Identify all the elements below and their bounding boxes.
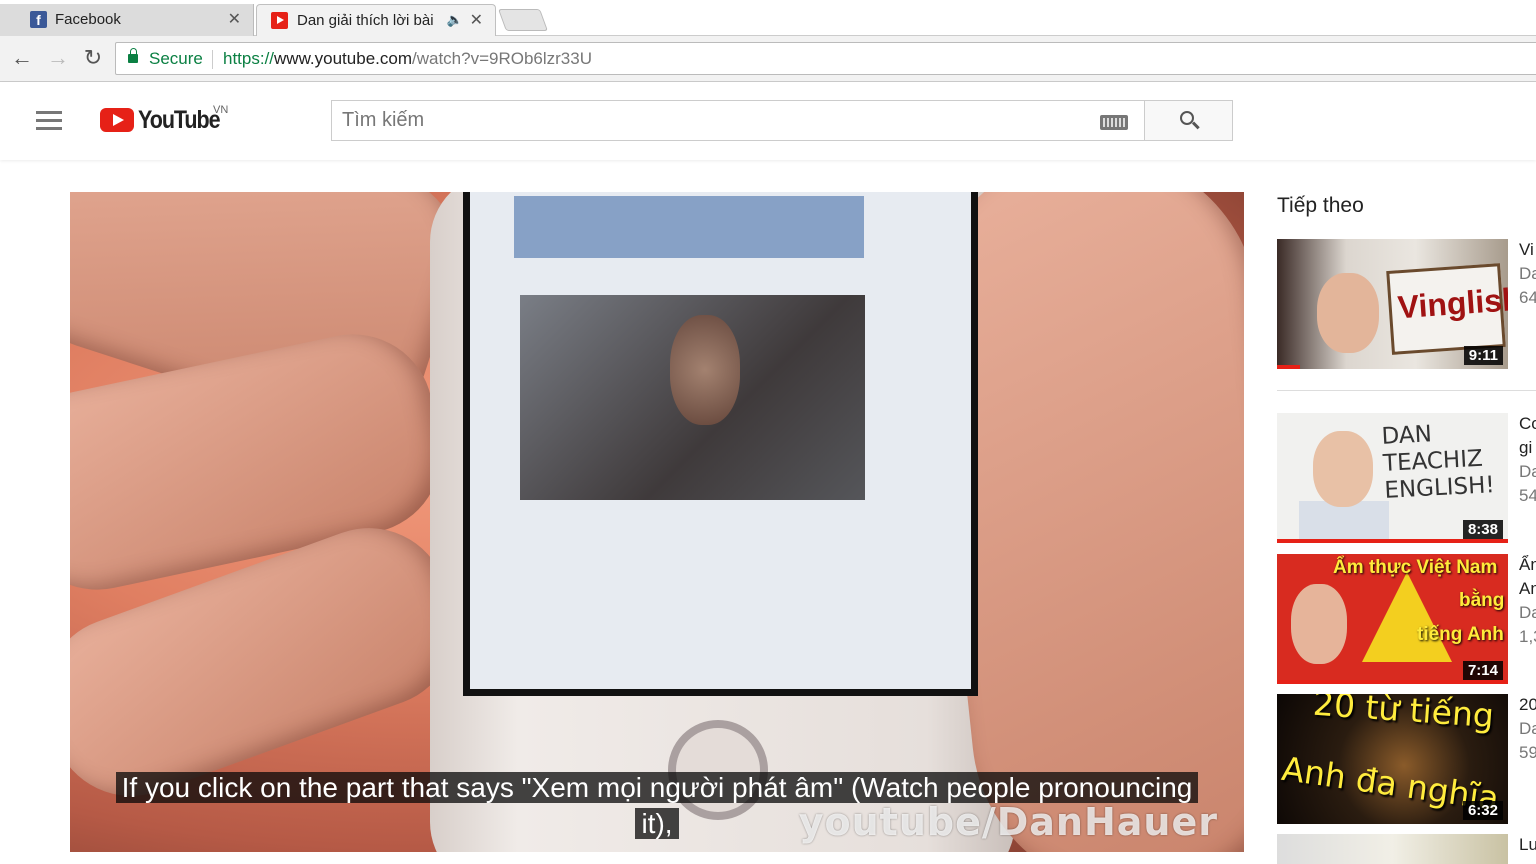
url-path: /watch?v=9ROb6lzr33U	[411, 49, 592, 68]
thumbnail-text-line: 20 từ tiếng	[1311, 694, 1496, 736]
video-title-line-2: gi	[1519, 438, 1533, 457]
search-button[interactable]	[1144, 100, 1233, 141]
thumbnail-text: DAN TEACHIZ ENGLISH!	[1381, 418, 1495, 505]
flag-star	[1362, 572, 1452, 662]
thumbnail-text-line: ENGLISH!	[1383, 472, 1496, 504]
close-icon[interactable]: ✕	[470, 10, 483, 30]
video-thumbnail[interactable]: DAN TEACHIZ ENGLISH! 8:38	[1277, 413, 1508, 543]
facebook-icon: f	[30, 11, 47, 28]
tab-facebook[interactable]: f Facebook ✕	[0, 4, 254, 36]
video-thumbnail[interactable]: Ẩm thực Việt Nam bằng tiếng Anh 7:14	[1277, 554, 1508, 684]
new-tab-button[interactable]	[497, 9, 549, 31]
tab-title: Dan giải thích lời bài h	[297, 12, 437, 29]
video-channel: Da	[1519, 603, 1536, 622]
divider	[1277, 390, 1536, 391]
browser-toolbar: ← → ↻ Secure https://www.youtube.com/wat…	[0, 36, 1536, 82]
search-icon	[1180, 111, 1194, 125]
video-title: Ẩn	[1519, 555, 1536, 574]
caption-text: If you click on the part that says "Xem …	[115, 772, 1199, 803]
lock-icon	[128, 48, 138, 63]
channel-watermark: youtube/DanHauer	[798, 800, 1218, 844]
divider	[212, 50, 213, 69]
video-thumbnail[interactable]	[1277, 834, 1508, 864]
video-channel: Da	[1519, 719, 1536, 738]
speaker-icon[interactable]: 🔈	[447, 12, 463, 28]
youtube-play-icon	[100, 108, 134, 132]
phone-screen	[463, 192, 978, 696]
video-views: 59	[1519, 743, 1536, 762]
url-scheme: https://	[223, 49, 275, 68]
video-views: 54	[1519, 486, 1536, 505]
address-bar[interactable]: Secure https://www.youtube.com/watch?v=9…	[115, 42, 1536, 75]
video-title: Vi	[1519, 240, 1534, 259]
video-meta[interactable]: Ẩn An Da 1,3	[1519, 553, 1536, 649]
video-views: 1,3	[1519, 627, 1536, 646]
video-channel: Da	[1519, 462, 1536, 481]
forward-arrow-icon[interactable]: →	[46, 46, 70, 70]
video-channel: Da	[1519, 264, 1536, 283]
video-meta[interactable]: Lu	[1519, 833, 1536, 857]
back-arrow-icon[interactable]: ←	[10, 46, 34, 70]
url-host: www.youtube.com	[274, 49, 412, 68]
thumbnail-text-line: bằng	[1459, 590, 1505, 611]
video-thumbnail[interactable]: Vinglish 9:11	[1277, 239, 1508, 369]
tab-title: Facebook	[55, 11, 121, 28]
secure-label: Secure	[149, 49, 203, 68]
duration-badge: 6:32	[1462, 801, 1503, 820]
thumbnail-person	[1313, 431, 1373, 507]
up-next-heading: Tiếp theo	[1277, 194, 1364, 217]
search-input[interactable]	[332, 101, 1092, 140]
video-thumbnail[interactable]: 20 từ tiếng Anh đa nghĩa 6:32	[1277, 694, 1508, 824]
embedded-video	[520, 295, 865, 500]
video-title: 20	[1519, 695, 1536, 714]
tab-youtube[interactable]: Dan giải thích lời bài h 🔈 ✕	[256, 4, 496, 36]
thumbnail-text-line: tiếng Anh	[1417, 624, 1504, 645]
duration-badge: 7:14	[1462, 661, 1503, 680]
app-header	[514, 196, 864, 258]
thumbnail-person	[1291, 584, 1347, 664]
watch-progress-bar	[1277, 539, 1508, 543]
duration-badge: 9:11	[1463, 346, 1503, 365]
video-title: Co	[1519, 414, 1536, 433]
thumbnail-text-line: Ẩm thực Việt Nam	[1333, 557, 1498, 578]
caption-text: it),	[635, 808, 679, 839]
video-meta[interactable]: Co gi Da 54	[1519, 412, 1536, 508]
video-meta[interactable]: Vi Da 64	[1519, 238, 1536, 310]
menu-icon[interactable]	[36, 111, 62, 131]
video-title: Lu	[1519, 835, 1536, 854]
thumbnail-person	[1317, 273, 1379, 353]
youtube-icon	[271, 12, 288, 29]
duration-badge: 8:38	[1462, 520, 1503, 539]
video-views: 64	[1519, 288, 1536, 307]
thumbnail-person-body	[1299, 501, 1389, 543]
screen-content	[470, 192, 971, 689]
url-text: https://www.youtube.com/watch?v=9ROb6lzr…	[223, 43, 592, 74]
youtube-masthead: YouTube VN	[0, 82, 1536, 160]
video-title-line-2: An	[1519, 579, 1536, 598]
keyboard-icon[interactable]	[1100, 115, 1128, 130]
logo-text: YouTube	[138, 106, 221, 134]
watch-progress-bar	[1277, 365, 1301, 369]
thumbnail-text: Vinglish	[1386, 263, 1508, 355]
video-meta[interactable]: 20 Da 59	[1519, 693, 1536, 765]
browser-tab-strip: f Facebook ✕ Dan giải thích lời bài h 🔈 …	[0, 0, 1536, 36]
close-icon[interactable]: ✕	[228, 9, 241, 29]
country-code: VN	[213, 104, 229, 116]
video-player[interactable]: If you click on the part that says "Xem …	[70, 192, 1244, 852]
watch-progress-bar	[1277, 680, 1508, 684]
search-box	[331, 100, 1145, 141]
reload-icon[interactable]: ↻	[81, 46, 105, 70]
